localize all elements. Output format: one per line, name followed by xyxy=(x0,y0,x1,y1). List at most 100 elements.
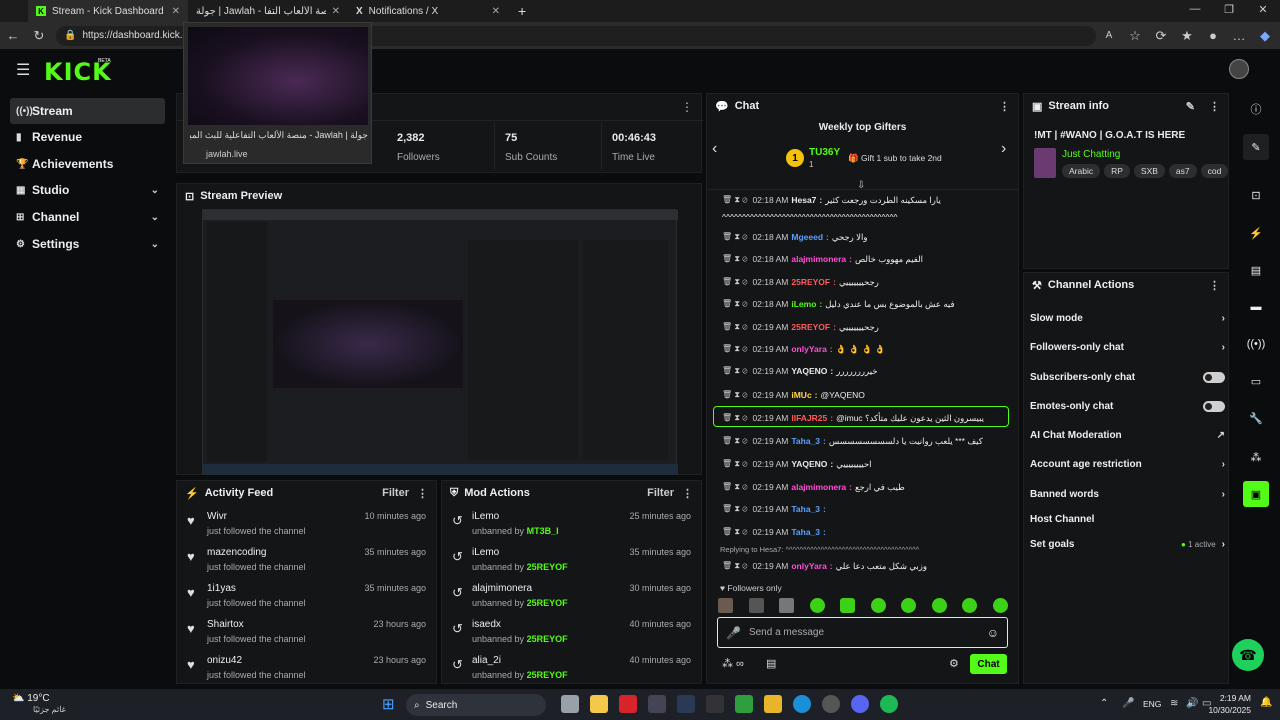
mod-quick-actions-icon[interactable]: 🗑 ⧗ ⊘ xyxy=(722,299,747,309)
close-tab-icon[interactable]: ✕ xyxy=(492,6,500,17)
tag-chip[interactable]: Arabic xyxy=(1062,164,1101,178)
message-username[interactable]: iLemo xyxy=(791,299,816,309)
file-explorer-icon[interactable] xyxy=(590,695,608,713)
support-headset-icon[interactable]: ☎ xyxy=(1232,639,1264,671)
new-tab-button[interactable]: + xyxy=(510,0,530,22)
close-tab-icon[interactable]: ✕ xyxy=(332,6,340,17)
category-thumbnail[interactable] xyxy=(1034,148,1056,178)
mod-quick-actions-icon[interactable]: 🗑 ⧗ ⊘ xyxy=(722,561,747,571)
green-app-icon[interactable]: ▣ xyxy=(1243,481,1269,507)
store-icon[interactable]: ▤ xyxy=(766,657,776,670)
mod-quick-actions-icon[interactable]: 🗑 ⧗ ⊘ xyxy=(722,344,747,354)
hamburger-menu-icon[interactable]: ☰ xyxy=(16,60,30,80)
emote-icon[interactable] xyxy=(931,598,947,613)
top-gifter-name[interactable]: TU36Y xyxy=(809,147,840,158)
dots-cluster-icon[interactable]: ⁂ xyxy=(1243,444,1269,470)
message-username[interactable]: alajmimonera xyxy=(791,482,846,492)
refresh-icon[interactable]: ↻ xyxy=(26,28,52,44)
chat-message[interactable]: 🗑 ⧗ ⊘ 02:18 AM alajmimonera: الفيم مهووب خا… xyxy=(722,249,1007,269)
copilot-icon[interactable]: ◆ xyxy=(1252,28,1278,44)
more-options-icon[interactable]: ⋮ xyxy=(999,100,1010,113)
more-options-icon[interactable]: ⋮ xyxy=(1209,100,1220,113)
more-options-icon[interactable]: ⋮ xyxy=(681,100,693,114)
bolt-icon[interactable]: ⚡ xyxy=(1243,220,1269,246)
sidebar-item-settings[interactable]: ⚙ Settings ⌄ xyxy=(10,231,165,257)
extensions-icon[interactable]: ⟳ xyxy=(1148,28,1174,44)
message-username[interactable]: Taha_3 xyxy=(791,504,820,514)
microphone-icon[interactable]: 🎤 xyxy=(726,626,741,640)
mod-quick-actions-icon[interactable]: 🗑 ⧗ ⊘ xyxy=(722,254,747,264)
chat-message[interactable]: 🗑 ⧗ ⊘ 02:19 AM Taha_3: xyxy=(722,499,1007,519)
mod-quick-actions-icon[interactable]: 🗑 ⧗ ⊘ xyxy=(722,459,747,469)
chat-settings-gear-icon[interactable]: ⚙ xyxy=(949,657,959,670)
task-view-icon[interactable] xyxy=(561,695,579,713)
more-options-icon[interactable]: ⋮ xyxy=(417,487,428,500)
message-username[interactable]: onlyYara xyxy=(791,344,826,354)
followers-only-chat-row[interactable]: Followers-only chat › xyxy=(1030,333,1225,361)
category-link[interactable]: Just Chatting xyxy=(1062,149,1120,160)
edit-icon[interactable]: ✎ xyxy=(1186,100,1195,113)
close-tab-icon[interactable]: ✕ xyxy=(172,6,180,17)
emote-icon[interactable] xyxy=(840,598,856,613)
edge-browser-icon[interactable] xyxy=(793,695,811,713)
mod-quick-actions-icon[interactable]: 🗑 ⧗ ⊘ xyxy=(722,277,747,287)
more-options-icon[interactable]: ⋮ xyxy=(682,487,693,500)
maximize-icon[interactable]: ❐ xyxy=(1212,3,1246,16)
chat-message[interactable]: 🗑 ⧗ ⊘ 02:19 AM alajmimonera: طيب في ارجع xyxy=(722,477,1007,497)
message-username[interactable]: YAQENO xyxy=(791,459,827,469)
mod-quick-actions-icon[interactable]: 🗑 ⧗ ⊘ xyxy=(722,322,747,332)
mod-quick-actions-icon[interactable]: 🗑 ⧗ ⊘ xyxy=(722,366,747,376)
emote-icon[interactable] xyxy=(718,598,733,613)
app-icon[interactable] xyxy=(648,695,666,713)
clock-time[interactable]: 2:19 AM xyxy=(1215,693,1251,703)
emote-icon[interactable] xyxy=(992,598,1008,613)
notification-bell-icon[interactable]: 🔔 xyxy=(1260,697,1272,708)
tab-kick-dashboard[interactable]: K Stream - Kick Dashboard ✕ xyxy=(28,0,188,22)
chat-message[interactable]: 🗑 ⧗ ⊘ 02:18 AM Mgeeed: والا رجحي xyxy=(722,227,1007,247)
xbox-icon[interactable] xyxy=(735,695,753,713)
profile-icon[interactable]: ● xyxy=(1200,28,1226,43)
favorites-icon[interactable]: ★ xyxy=(1174,28,1200,44)
slow-mode-row[interactable]: Slow mode › xyxy=(1030,304,1225,332)
weather-widget[interactable]: ⛅ 19°C xyxy=(12,693,50,704)
tag-chip[interactable]: RP xyxy=(1104,164,1130,178)
emote-icon[interactable] xyxy=(748,598,764,613)
chat-message[interactable]: 🗑 ⧗ ⊘ 02:19 AM YAQENO: خيرررررررر xyxy=(722,361,1007,381)
stream-video[interactable] xyxy=(202,209,678,475)
emote-icon[interactable] xyxy=(870,598,886,613)
message-username[interactable]: Taha_3 xyxy=(791,436,820,446)
close-window-icon[interactable]: ✕ xyxy=(1246,3,1280,16)
emote-icon[interactable] xyxy=(809,598,825,613)
tab-hover-preview[interactable]: جولة | Jawlah - منصة الألعاب التفاعلية ل… xyxy=(183,22,372,164)
favorite-star-icon[interactable]: ☆ xyxy=(1122,28,1148,44)
mod-quick-actions-icon[interactable]: 🗑 ⧗ ⊘ xyxy=(722,232,747,242)
message-username[interactable]: YAQENO xyxy=(791,366,827,376)
message-username[interactable]: alajmimonera xyxy=(791,254,846,264)
taskbar-search[interactable]: ⌕ Search xyxy=(406,694,546,716)
layout-icon[interactable]: ▭ xyxy=(1243,368,1269,394)
message-username[interactable]: Mgeeed xyxy=(791,232,823,242)
chat-input[interactable]: 🎤 Send a message ☺ xyxy=(717,617,1008,648)
language-indicator[interactable]: ENG xyxy=(1143,699,1161,709)
tray-chevron-icon[interactable]: ⌃ xyxy=(1100,698,1108,709)
app-icon[interactable] xyxy=(822,695,840,713)
chat-message[interactable]: ^^^^^^^^^^^^^^^^^^^^^^^^^^^^^^^^^^^^^^^^… xyxy=(722,207,1007,227)
banned-words-row[interactable]: Banned words › xyxy=(1030,480,1225,508)
wifi-icon[interactable]: ≋ xyxy=(1170,698,1178,709)
tag-chip[interactable]: as7 xyxy=(1168,164,1197,178)
chat-message[interactable]: 🗑 ⧗ ⊘ 02:19 AM Taha_3: كيف *** يلعب روانيت … xyxy=(722,431,1007,451)
emote-icon[interactable] xyxy=(901,598,917,613)
chat-message[interactable]: 🗑 ⧗ ⊘ 02:19 AM YAQENO: احييييييييي xyxy=(722,454,1007,474)
info-icon[interactable]: ⓘ xyxy=(1243,96,1269,122)
minimize-icon[interactable]: — xyxy=(1178,3,1212,16)
chat-message[interactable]: 🗑 ⧗ ⊘ 02:19 AM Taha_3: xyxy=(722,522,1007,542)
account-age-restriction-row[interactable]: Account age restriction › xyxy=(1030,450,1225,478)
sidebar-item-studio[interactable]: ▦ Studio ⌄ xyxy=(10,177,165,203)
message-username[interactable]: Hesa7 xyxy=(791,195,816,205)
ai-chat-moderation-row[interactable]: AI Chat Moderation ↗ xyxy=(1030,421,1225,449)
pen-icon[interactable]: ✎ xyxy=(1243,134,1269,160)
mod-quick-actions-icon[interactable]: 🗑 ⧗ ⊘ xyxy=(722,436,747,446)
discord-icon[interactable] xyxy=(851,695,869,713)
spotify-icon[interactable] xyxy=(880,695,898,713)
chat-message[interactable]: 🗑 ⧗ ⊘ 02:19 AM iMUc: @YAQENO xyxy=(722,385,1007,405)
